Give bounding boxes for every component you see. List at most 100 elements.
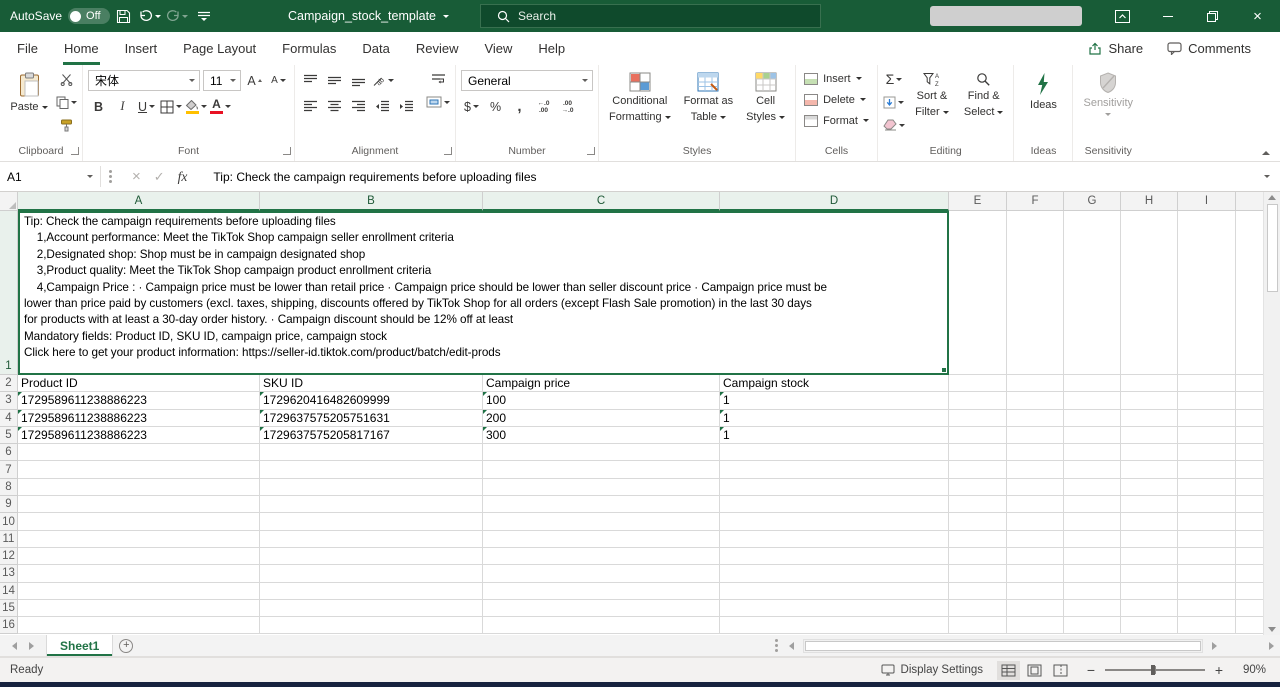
- cell[interactable]: [260, 496, 483, 513]
- number-dialog-launcher[interactable]: [587, 147, 595, 155]
- column-header-B[interactable]: B: [260, 192, 483, 211]
- cell-D2[interactable]: Campaign stock: [720, 375, 949, 392]
- formula-content[interactable]: Tip: Check the campaign requirements bef…: [199, 162, 1254, 191]
- row-header-5[interactable]: 5: [0, 427, 18, 444]
- comments-button[interactable]: Comments: [1156, 41, 1262, 56]
- sheet-tab-sheet1[interactable]: Sheet1: [46, 635, 113, 656]
- cell[interactable]: [1064, 583, 1121, 600]
- autosave-switch[interactable]: Off: [68, 8, 109, 24]
- cell[interactable]: [1178, 565, 1236, 582]
- add-sheet-button[interactable]: +: [113, 635, 139, 656]
- increase-indent-button[interactable]: [396, 96, 417, 118]
- decrease-indent-button[interactable]: [372, 96, 393, 118]
- cell[interactable]: [1064, 392, 1121, 409]
- cell[interactable]: [720, 600, 949, 617]
- top-align-button[interactable]: [300, 70, 321, 92]
- find-select-button[interactable]: Find & Select: [959, 68, 1009, 121]
- wrap-text-button[interactable]: [426, 68, 450, 90]
- cell[interactable]: [1064, 375, 1121, 392]
- tab-view[interactable]: View: [471, 32, 525, 65]
- cell-G1[interactable]: [1064, 211, 1121, 375]
- cell[interactable]: [1178, 375, 1236, 392]
- cell[interactable]: [483, 444, 720, 461]
- cell[interactable]: [949, 548, 1007, 565]
- cell[interactable]: [1064, 531, 1121, 548]
- column-header-D[interactable]: D: [720, 192, 949, 211]
- formula-bar-resize-dots[interactable]: [109, 175, 112, 178]
- column-header-H[interactable]: H: [1121, 192, 1178, 211]
- horizontal-scrollbar[interactable]: [803, 639, 1203, 653]
- cell-C5[interactable]: 300: [483, 427, 720, 444]
- cell[interactable]: [18, 513, 260, 530]
- cell[interactable]: [18, 531, 260, 548]
- share-button[interactable]: Share: [1077, 41, 1154, 56]
- cell-C2[interactable]: Campaign price: [483, 375, 720, 392]
- row-header[interactable]: 10: [0, 513, 18, 530]
- increase-decimal-button[interactable]: ←.0.00: [533, 96, 554, 118]
- cell[interactable]: [1064, 461, 1121, 478]
- cell-I1[interactable]: [1178, 211, 1236, 375]
- decrease-decimal-button[interactable]: .00→.0: [557, 96, 578, 118]
- cell[interactable]: [1178, 600, 1236, 617]
- delete-cells-button[interactable]: Delete: [801, 89, 869, 110]
- tab-help[interactable]: Help: [525, 32, 578, 65]
- cell[interactable]: [260, 583, 483, 600]
- cell[interactable]: [1121, 410, 1178, 427]
- vertical-scrollbar-thumb[interactable]: [1267, 204, 1278, 292]
- cell[interactable]: [949, 410, 1007, 427]
- cell[interactable]: [1178, 496, 1236, 513]
- row-header[interactable]: 11: [0, 531, 18, 548]
- cell[interactable]: [1007, 565, 1064, 582]
- cell-E1[interactable]: [949, 211, 1007, 375]
- cell[interactable]: [720, 583, 949, 600]
- font-dialog-launcher[interactable]: [283, 147, 291, 155]
- hscroll-left-icon[interactable]: [789, 642, 794, 650]
- zoom-slider[interactable]: [1105, 669, 1205, 671]
- document-title[interactable]: Campaign_stock_template: [288, 0, 449, 32]
- row-header[interactable]: 7: [0, 461, 18, 478]
- vertical-scrollbar[interactable]: [1263, 192, 1280, 635]
- autosave-toggle[interactable]: AutoSave Off: [10, 8, 110, 24]
- cell-C3[interactable]: 100: [483, 392, 720, 409]
- expand-formula-bar-button[interactable]: [1254, 162, 1280, 191]
- cell[interactable]: [1121, 617, 1178, 634]
- name-box[interactable]: A1: [0, 162, 100, 191]
- redo-button[interactable]: [164, 0, 191, 32]
- cell[interactable]: [1121, 479, 1178, 496]
- cell[interactable]: [1121, 583, 1178, 600]
- cell[interactable]: [1178, 548, 1236, 565]
- cell[interactable]: [1064, 479, 1121, 496]
- cell[interactable]: [1121, 461, 1178, 478]
- cell[interactable]: [18, 548, 260, 565]
- cell[interactable]: [949, 617, 1007, 634]
- close-button[interactable]: ×: [1235, 0, 1280, 32]
- column-header-E[interactable]: E: [949, 192, 1007, 211]
- cell[interactable]: [1121, 548, 1178, 565]
- underline-button[interactable]: U: [136, 96, 157, 118]
- cell[interactable]: [1178, 392, 1236, 409]
- column-header-C[interactable]: C: [483, 192, 720, 211]
- sheet-nav-left-icon[interactable]: [12, 642, 17, 650]
- scroll-down-icon[interactable]: [1268, 627, 1276, 632]
- row-header-3[interactable]: 3: [0, 392, 18, 409]
- cell[interactable]: [1121, 427, 1178, 444]
- insert-function-button[interactable]: fx: [178, 169, 188, 185]
- cell[interactable]: [949, 496, 1007, 513]
- cell[interactable]: [1007, 427, 1064, 444]
- alignment-dialog-launcher[interactable]: [444, 147, 452, 155]
- fill-handle[interactable]: [941, 367, 947, 373]
- cell[interactable]: [18, 479, 260, 496]
- cell[interactable]: [483, 617, 720, 634]
- enter-button[interactable]: ✓: [154, 169, 165, 185]
- bold-button[interactable]: B: [88, 96, 109, 118]
- display-settings-button[interactable]: Display Settings: [881, 664, 983, 676]
- tab-formulas[interactable]: Formulas: [269, 32, 349, 65]
- row-header[interactable]: 13: [0, 565, 18, 582]
- copy-button[interactable]: [56, 91, 77, 113]
- cell[interactable]: [1064, 410, 1121, 427]
- cell[interactable]: [1121, 375, 1178, 392]
- zoom-slider-thumb[interactable]: [1151, 665, 1155, 675]
- cell[interactable]: [1064, 444, 1121, 461]
- cell-A2[interactable]: Product ID: [18, 375, 260, 392]
- select-all-corner[interactable]: [0, 192, 18, 211]
